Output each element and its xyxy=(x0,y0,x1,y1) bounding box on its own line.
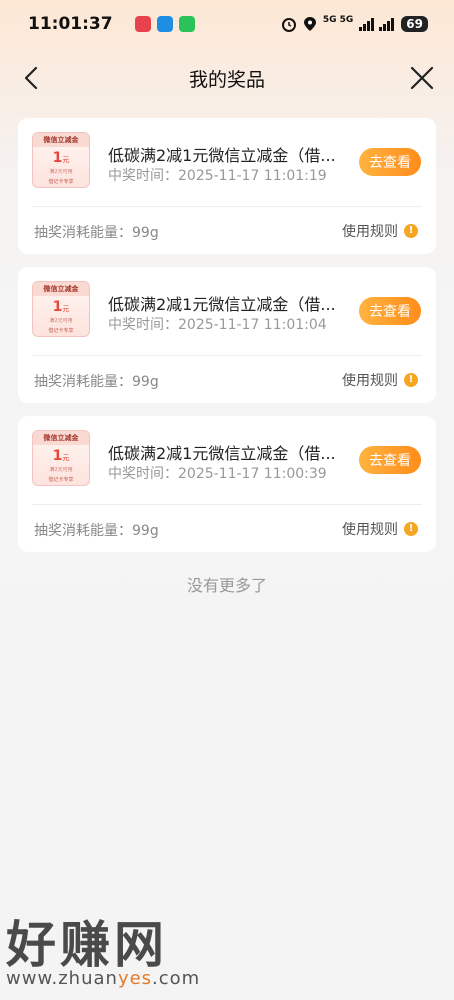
app-notification-icon xyxy=(134,16,151,32)
prize-title: 低碳满2减1元微信立减金（借... xyxy=(108,295,336,314)
coupon-tag: 借记卡专享 xyxy=(48,179,74,185)
coupon-tag: 借记卡专享 xyxy=(48,328,74,334)
signal-icon xyxy=(359,18,395,31)
card-divider xyxy=(32,206,422,207)
coupon-thumbnail: 微信立减金 1元 满2元可用 借记卡专享 xyxy=(32,430,90,486)
status-indicators: 5G 5G 69 xyxy=(281,15,428,32)
coupon-condition: 满2元可用 xyxy=(49,169,73,175)
info-icon: ! xyxy=(404,224,418,238)
prize-card: 微信立减金 1元 满2元可用 借记卡专享 低碳满2减1元微信立减金（借... 中… xyxy=(18,118,436,254)
card-divider xyxy=(32,355,422,356)
no-more-text: 没有更多了 xyxy=(186,576,267,595)
view-prize-button[interactable]: 去查看 xyxy=(359,297,421,325)
status-time: 11:01:37 xyxy=(28,14,113,34)
watermark-url-prefix: www.zhuan xyxy=(6,968,118,989)
energy-cost: 抽奖消耗能量：99g xyxy=(34,374,159,390)
chevron-left-icon[interactable] xyxy=(20,64,46,92)
view-prize-button[interactable]: 去查看 xyxy=(359,148,421,176)
prize-title: 低碳满2减1元微信立减金（借... xyxy=(108,444,336,463)
coupon-thumbnail: 微信立减金 1元 满2元可用 借记卡专享 xyxy=(32,281,90,337)
watermark-url: www.zhuanyes.com xyxy=(6,968,200,989)
coupon-amount: 1元 xyxy=(33,447,89,467)
watermark-brand: 好赚网 xyxy=(6,916,168,974)
coupon-unit: 元 xyxy=(62,156,70,164)
status-bar: 11:01:37 5G 5G 69 xyxy=(0,0,454,48)
watermark-logo: 好赚网 www.zhuanyes.com xyxy=(6,918,200,989)
alarm-icon xyxy=(281,18,296,32)
usage-rules-label: 使用规则 xyxy=(342,373,398,389)
prize-win-time: 中奖时间：2025-11-17 11:01:19 xyxy=(108,168,327,184)
usage-rules-label: 使用规则 xyxy=(342,224,398,240)
coupon-amount-value: 1 xyxy=(52,299,63,315)
usage-rules-link[interactable]: 使用规则 ! xyxy=(342,370,418,390)
coupon-header: 微信立减金 xyxy=(33,133,89,147)
view-prize-button[interactable]: 去查看 xyxy=(359,446,421,474)
network-type: 5G 5G xyxy=(322,15,354,25)
coupon-unit: 元 xyxy=(62,305,70,313)
info-icon: ! xyxy=(404,522,418,536)
coupon-amount: 1元 xyxy=(33,298,89,318)
coupon-condition: 满2元可用 xyxy=(49,467,73,473)
location-icon xyxy=(303,17,316,31)
energy-cost: 抽奖消耗能量：99g xyxy=(34,523,159,539)
coupon-unit: 元 xyxy=(62,454,70,462)
prize-win-time: 中奖时间：2025-11-17 11:00:39 xyxy=(108,466,327,482)
coupon-condition: 满2元可用 xyxy=(49,318,73,324)
watermark-url-suffix: .com xyxy=(152,968,201,989)
card-divider xyxy=(32,504,422,505)
coupon-tag: 借记卡专享 xyxy=(48,477,74,483)
coupon-header: 微信立减金 xyxy=(33,282,89,296)
prize-win-time: 中奖时间：2025-11-17 11:01:04 xyxy=(108,317,327,333)
usage-rules-label: 使用规则 xyxy=(342,522,398,538)
prize-card: 微信立减金 1元 满2元可用 借记卡专享 低碳满2减1元微信立减金（借... 中… xyxy=(18,416,436,552)
info-icon: ! xyxy=(404,373,418,387)
usage-rules-link[interactable]: 使用规则 ! xyxy=(342,519,418,539)
coupon-amount: 1元 xyxy=(33,149,89,169)
app-notification-icon xyxy=(178,16,195,32)
usage-rules-link[interactable]: 使用规则 ! xyxy=(342,221,418,241)
prize-card: 微信立减金 1元 满2元可用 借记卡专享 低碳满2减1元微信立减金（借... 中… xyxy=(18,267,436,403)
coupon-header: 微信立减金 xyxy=(33,431,89,445)
close-icon[interactable] xyxy=(408,64,436,92)
page-title: 我的奖品 xyxy=(188,68,265,91)
app-notification-icon xyxy=(156,16,173,32)
watermark-url-accent: yes xyxy=(117,968,153,989)
coupon-amount-value: 1 xyxy=(52,150,63,166)
status-app-icons xyxy=(134,16,195,32)
energy-cost: 抽奖消耗能量：99g xyxy=(34,225,159,241)
coupon-amount-value: 1 xyxy=(52,448,63,464)
prize-title: 低碳满2减1元微信立减金（借... xyxy=(108,146,336,165)
nav-bar: 我的奖品 xyxy=(0,52,454,104)
battery-indicator: 69 xyxy=(401,16,428,32)
coupon-thumbnail: 微信立减金 1元 满2元可用 借记卡专享 xyxy=(32,132,90,188)
